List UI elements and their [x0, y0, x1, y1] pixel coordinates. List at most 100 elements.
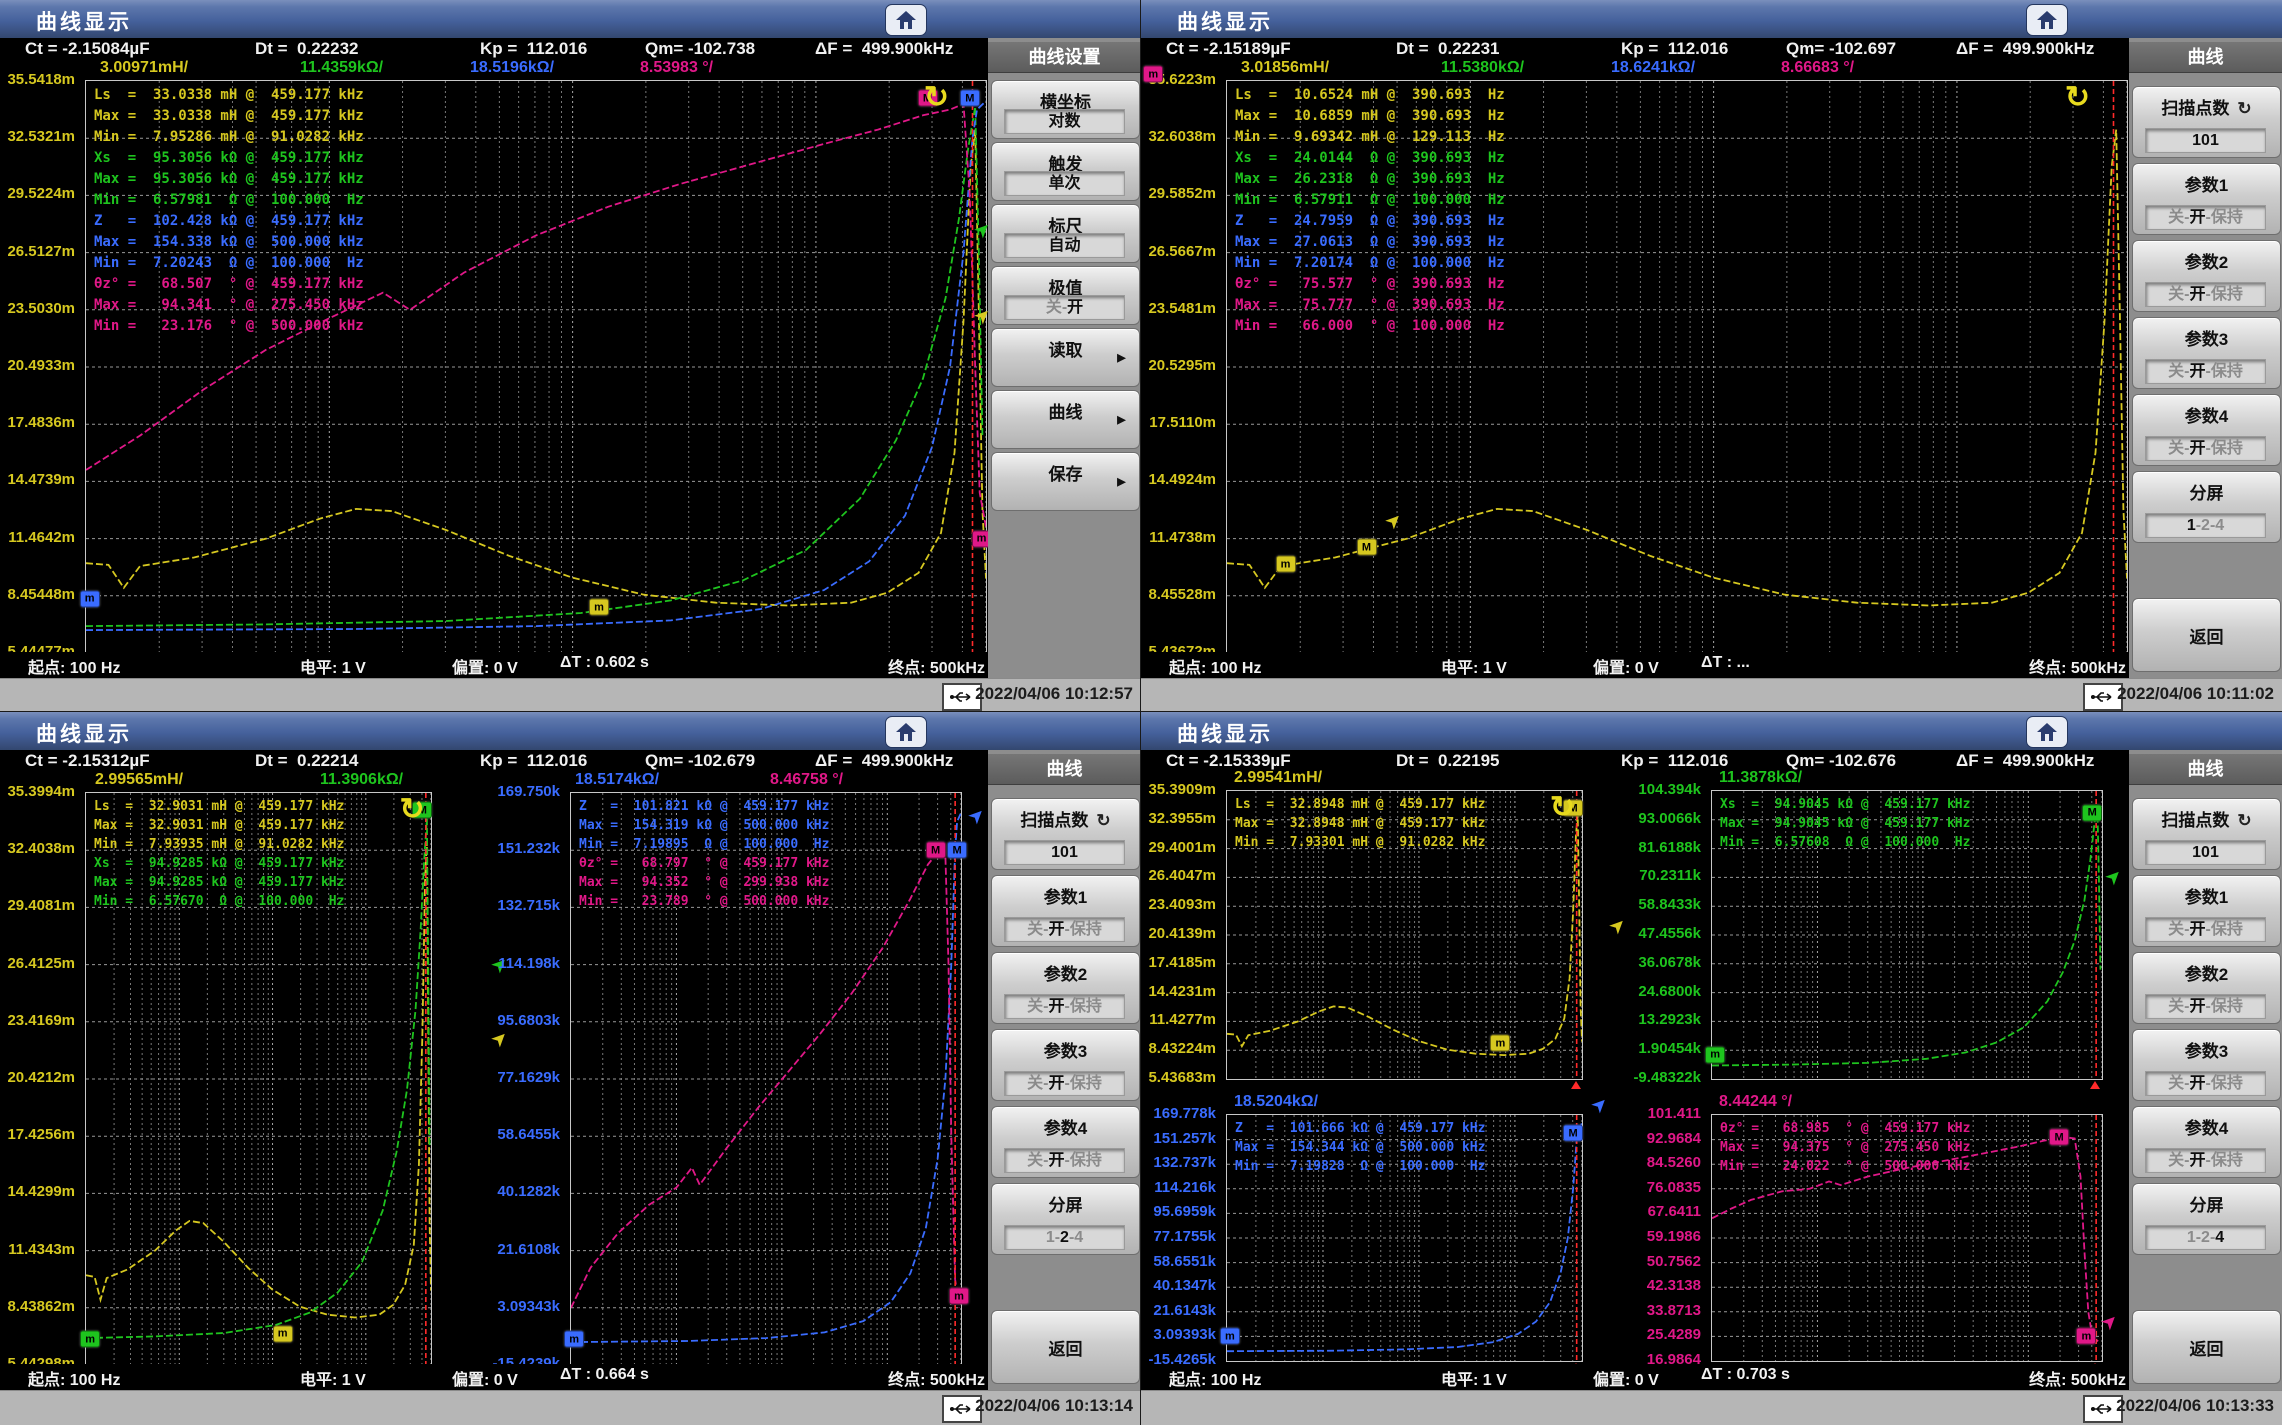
menu-button-4[interactable]: 参数3关-开-保持 — [2132, 317, 2281, 389]
y-axis-label: 95.6803k — [435, 1012, 560, 1029]
back-button[interactable]: 返回 — [2132, 1310, 2281, 1384]
y-axis-label: 20.5295m — [1141, 357, 1216, 374]
grid-and-curves — [1712, 791, 2102, 1079]
menu-button-1[interactable]: 扫描点数↻101 — [991, 798, 1140, 870]
trace-marker-M[interactable]: M — [2049, 1129, 2069, 1146]
menu-button-2[interactable]: 参数1关-开-保持 — [2132, 163, 2281, 235]
menu-button-1[interactable]: 扫描点数↻101 — [2132, 798, 2281, 870]
trace-marker-M[interactable]: M — [1357, 539, 1377, 556]
timestamp: 2022/04/06 10:12:57 — [975, 684, 1133, 704]
trace-marker-m[interactable]: m — [949, 1288, 969, 1305]
menu-button-6[interactable]: 曲线► — [991, 390, 1140, 449]
menu-button-4[interactable]: 极值关-开 — [991, 266, 1140, 325]
menu-button-1[interactable]: 横坐标对数 — [991, 80, 1140, 139]
menu-panel: 曲线扫描点数↻101参数1关-开-保持参数2关-开-保持参数3关-开-保持参数4… — [988, 750, 1141, 1390]
menu-button-6[interactable]: 分屏1-2-4 — [2132, 471, 2281, 543]
trace-marker-m[interactable]: m — [1490, 1035, 1510, 1052]
home-icon — [895, 722, 917, 742]
scale-per-division-label: 2.99565mH/ — [95, 771, 183, 789]
menu-button-6[interactable]: 分屏1-2-4 — [2132, 1183, 2281, 1255]
trace-marker-m[interactable]: m — [1220, 1328, 1240, 1345]
menu-value-box: 关-开-保持 — [1004, 1071, 1125, 1096]
y-axis-label: 169.778k — [1141, 1105, 1216, 1122]
home-button[interactable] — [885, 4, 927, 36]
stat-value: Ct = -2.15312µF — [25, 751, 150, 771]
trace-marker-M[interactable]: M — [960, 90, 980, 107]
menu-button-4[interactable]: 参数3关-开-保持 — [991, 1029, 1140, 1101]
stat-value: ΔF = 499.900kHz — [815, 751, 953, 771]
menu-button-2[interactable]: 参数1关-开-保持 — [2132, 875, 2281, 947]
trace-marker-m[interactable]: m — [1705, 1046, 1725, 1063]
option-segment: 保持 — [2211, 363, 2243, 380]
usb-icon — [949, 690, 975, 704]
menu-header: 曲线设置 — [988, 42, 1141, 73]
option-segment: 关 — [1027, 1152, 1043, 1169]
menu-button-label: 参数3 — [2133, 325, 2280, 350]
menu-button-3[interactable]: 标尺自动 — [991, 204, 1140, 263]
trace-marker-M[interactable]: M — [2082, 804, 2102, 821]
menu-panel: 曲线设置横坐标对数触发单次标尺自动极值关-开读取►曲线►保存► — [988, 38, 1141, 678]
menu-button-2[interactable]: 触发单次 — [991, 142, 1140, 201]
pointer-arrow-icon: ➤ — [488, 1027, 512, 1051]
y-axis-label: 8.43862m — [0, 1298, 75, 1315]
y-axis-label: 169.750k — [435, 783, 560, 800]
trace-marker-M[interactable]: M — [947, 842, 967, 859]
menu-button-1[interactable]: 扫描点数↻101 — [2132, 86, 2281, 158]
y-axis-label: 23.5030m — [0, 300, 75, 317]
home-button[interactable] — [2026, 716, 2068, 748]
menu-button-3[interactable]: 参数2关-开-保持 — [2132, 240, 2281, 312]
trace-marker-m[interactable]: m — [273, 1325, 293, 1342]
menu-button-7[interactable]: 保存► — [991, 452, 1140, 511]
grid-and-curves — [86, 81, 986, 653]
menu-header: 曲线 — [988, 754, 1141, 785]
stat-value: Kp = 112.016 — [480, 751, 587, 771]
back-button[interactable]: 返回 — [2132, 598, 2281, 672]
trace-marker-m[interactable]: m — [1276, 556, 1296, 573]
back-button[interactable]: 返回 — [991, 1310, 1140, 1384]
y-axis-label: 20.4212m — [0, 1069, 75, 1086]
sweep-info-item: 终点: 500kHz — [888, 1366, 985, 1390]
menu-button-5[interactable]: 参数4关-开-保持 — [991, 1106, 1140, 1178]
menu-button-5[interactable]: 参数4关-开-保持 — [2132, 394, 2281, 466]
plot-area: θz° = 68.985 ° @ 459.177 kHzMax = 94.375… — [1711, 1114, 2103, 1362]
trace-marker-M[interactable]: M — [926, 842, 946, 859]
rotate-sweep-icon[interactable]: ↻ — [924, 83, 949, 113]
rotate-sweep-icon[interactable]: ↻ — [399, 795, 424, 825]
menu-value-box: 1-2-4 — [2145, 1225, 2266, 1250]
trace-marker-m[interactable]: m — [589, 599, 609, 616]
sweep-info-item: ΔT : ... — [1701, 654, 1750, 672]
stat-value: ΔF = 499.900kHz — [815, 39, 953, 59]
submenu-arrow-icon: ► — [1114, 349, 1129, 366]
option-segment: 开 — [2189, 440, 2205, 457]
trace-marker-m[interactable]: m — [1143, 66, 1163, 83]
menu-button-5[interactable]: 读取► — [991, 328, 1140, 387]
home-button[interactable] — [2026, 4, 2068, 36]
menu-button-4[interactable]: 参数3关-开-保持 — [2132, 1029, 2281, 1101]
rotate-sweep-icon[interactable]: ↻ — [2065, 83, 2090, 113]
menu-button-2[interactable]: 参数1关-开-保持 — [991, 875, 1140, 947]
timestamp: 2022/04/06 10:11:02 — [2117, 684, 2274, 704]
menu-button-3[interactable]: 参数2关-开-保持 — [991, 952, 1140, 1024]
y-axis-label: 23.4093m — [1141, 896, 1216, 913]
trace-marker-m[interactable]: m — [80, 590, 100, 607]
menu-button-3[interactable]: 参数2关-开-保持 — [2132, 952, 2281, 1024]
trace-marker-m[interactable]: m — [80, 1331, 100, 1348]
y-axis-label: 40.1282k — [435, 1183, 560, 1200]
menu-button-5[interactable]: 参数4关-开-保持 — [2132, 1106, 2281, 1178]
home-button[interactable] — [885, 716, 927, 748]
menu-value-box: 关-开-保持 — [1004, 994, 1125, 1019]
rotate-sweep-icon[interactable]: ↻ — [1550, 793, 1575, 823]
option-segment: 保持 — [1070, 998, 1102, 1015]
menu-button-label: 分屏 — [992, 1191, 1139, 1216]
sweep-info-item: ΔT : 0.602 s — [560, 654, 649, 672]
menu-value-box: 对数 — [1004, 109, 1125, 134]
trace-marker-m[interactable]: m — [2076, 1328, 2096, 1345]
instrument-screen-4: 曲线显示Ct = -2.15339µFDt = 0.22195Kp = 112.… — [1141, 712, 2282, 1425]
cursor-triangle-icon — [2090, 1081, 2100, 1089]
instrument-screen-3: 曲线显示Ct = -2.15312µFDt = 0.22214Kp = 112.… — [0, 712, 1141, 1425]
trace-marker-m[interactable]: m — [564, 1331, 584, 1348]
menu-button-label: 参数2 — [2133, 960, 2280, 985]
sweep-info-bar: 起点: 100 Hz电平: 1 V偏置: 0 VΔT : 0.703 s终点: … — [1141, 1364, 2129, 1390]
menu-button-6[interactable]: 分屏1-2-4 — [991, 1183, 1140, 1255]
y-axis-label: 67.6411 — [1581, 1203, 1701, 1220]
